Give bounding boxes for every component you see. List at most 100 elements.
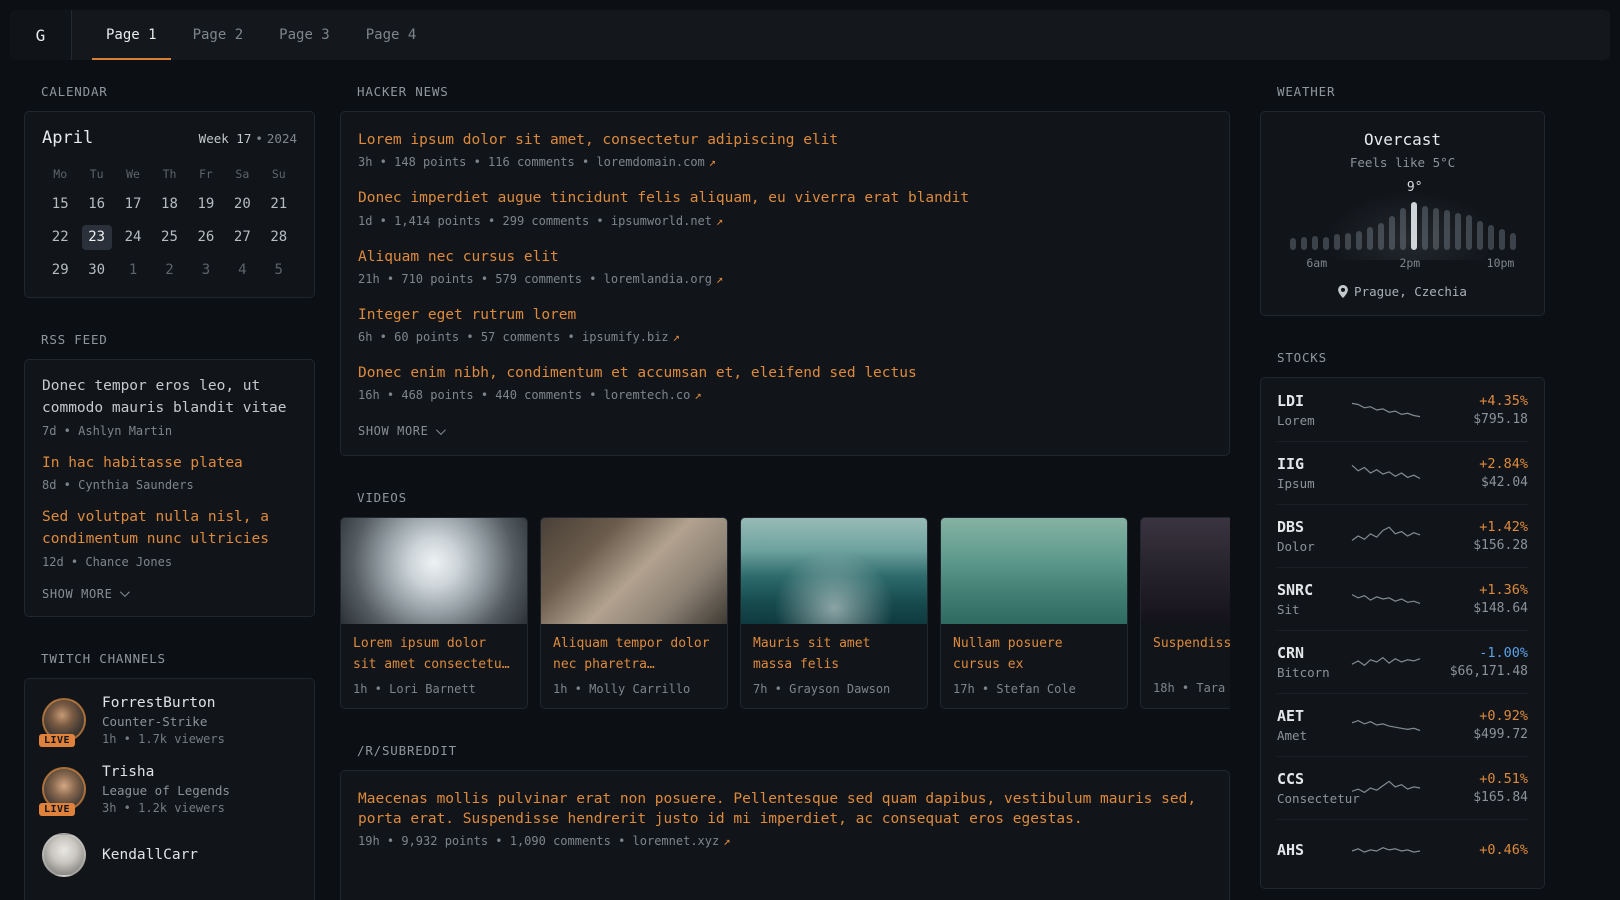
external-link-icon[interactable]: ↗ bbox=[709, 155, 716, 169]
weather-bar bbox=[1499, 229, 1505, 250]
weather-bar bbox=[1422, 206, 1428, 250]
stock-id: SNRC Sit bbox=[1277, 581, 1340, 617]
stock-row[interactable]: AET Amet +0.92% $499.72 bbox=[1277, 693, 1528, 756]
stock-id: CRN Bitcorn bbox=[1277, 644, 1340, 680]
tab-page-4[interactable]: Page 4 bbox=[352, 10, 431, 60]
twitch-channel[interactable]: KendallCarr bbox=[42, 833, 297, 877]
calendar-year: 2024 bbox=[267, 131, 297, 146]
stock-change: +1.42% bbox=[1432, 519, 1528, 535]
stock-ticker: AHS bbox=[1277, 841, 1340, 859]
stock-change: +0.92% bbox=[1432, 708, 1528, 724]
weather-bars bbox=[1280, 200, 1525, 250]
hn-item-title[interactable]: Aliquam nec cursus elit bbox=[358, 247, 1212, 267]
weather-bar bbox=[1444, 210, 1450, 250]
video-title: Nullam posuere cursus ex bbox=[953, 634, 1115, 674]
stock-values: +2.84% $42.04 bbox=[1432, 456, 1528, 490]
stock-row[interactable]: IIG Ipsum +2.84% $42.04 bbox=[1277, 441, 1528, 504]
weather-bar bbox=[1334, 234, 1340, 250]
video-card[interactable]: Nullam posuere cursus ex 17h • Stefan Co… bbox=[940, 517, 1128, 708]
stock-row[interactable]: CCS Consectetur +0.51% $165.84 bbox=[1277, 756, 1528, 819]
stock-values: -1.00% $66,171.48 bbox=[1432, 645, 1528, 679]
twitch-section-title: TWITCH CHANNELS bbox=[41, 651, 315, 666]
calendar-day-next-month: 2 bbox=[154, 258, 184, 283]
calendar-day-next-month: 5 bbox=[264, 258, 294, 283]
channel-meta: 3h • 1.2k viewers bbox=[102, 801, 230, 815]
weather-bar bbox=[1477, 221, 1483, 250]
stock-name: Consectetur bbox=[1277, 791, 1340, 806]
stock-change: +2.84% bbox=[1432, 456, 1528, 472]
calendar-day: 26 bbox=[191, 225, 221, 250]
calendar-day-header: We bbox=[115, 164, 151, 184]
stock-price: $795.18 bbox=[1432, 412, 1528, 427]
weather-bar bbox=[1323, 237, 1329, 250]
middle-column: HACKER NEWS Lorem ipsum dolor sit amet, … bbox=[340, 84, 1230, 900]
external-link-icon[interactable]: ↗ bbox=[716, 214, 723, 228]
hn-item-title[interactable]: Lorem ipsum dolor sit amet, consectetur … bbox=[358, 130, 1212, 150]
channel-avatar-image bbox=[42, 833, 86, 877]
live-badge: LIVE bbox=[39, 734, 75, 747]
channel-info: KendallCarr bbox=[102, 847, 198, 863]
hn-item: Donec imperdiet augue tincidunt felis al… bbox=[358, 188, 1212, 227]
chevron-down-icon bbox=[120, 587, 130, 597]
rss-item-title[interactable]: In hac habitasse platea bbox=[42, 453, 297, 475]
hn-item-meta-text: 16h • 468 points • 440 comments • loremt… bbox=[358, 388, 690, 402]
rss-item-meta: 12d • Chance Jones bbox=[42, 555, 297, 569]
external-link-icon[interactable]: ↗ bbox=[716, 272, 723, 286]
subreddit-section: /R/SUBREDDIT Maecenas mollis pulvinar er… bbox=[340, 743, 1230, 900]
stock-sparkline bbox=[1350, 523, 1422, 549]
stock-row[interactable]: SNRC Sit +1.36% $148.64 bbox=[1277, 567, 1528, 630]
reddit-post-title[interactable]: Maecenas mollis pulvinar erat non posuer… bbox=[358, 789, 1212, 830]
app-logo[interactable]: G bbox=[10, 10, 72, 60]
stock-row[interactable]: AHS +0.46% bbox=[1277, 819, 1528, 882]
calendar-day-header: Mo bbox=[42, 164, 78, 184]
weather-widget: Overcast Feels like 5°C 9° 6am 2pm 10pm … bbox=[1260, 111, 1545, 316]
stock-row[interactable]: LDI Lorem +4.35% $795.18 bbox=[1277, 378, 1528, 441]
hn-show-more-button[interactable]: SHOW MORE bbox=[358, 424, 443, 438]
video-card[interactable]: Suspendisse diam 18h • Tara bbox=[1140, 517, 1230, 708]
stock-change: -1.00% bbox=[1432, 645, 1528, 661]
tab-page-1[interactable]: Page 1 bbox=[92, 10, 171, 60]
calendar-day: 22 bbox=[45, 225, 75, 250]
calendar-day: 15 bbox=[45, 192, 75, 217]
calendar-day: 16 bbox=[82, 192, 112, 217]
twitch-section: TWITCH CHANNELS LIVE ForrestBurton Count… bbox=[24, 651, 315, 900]
external-link-icon[interactable]: ↗ bbox=[723, 834, 730, 848]
hn-item-title[interactable]: Donec imperdiet augue tincidunt felis al… bbox=[358, 188, 1212, 208]
weather-time-label: 2pm bbox=[1399, 256, 1420, 270]
external-link-icon[interactable]: ↗ bbox=[694, 388, 701, 402]
hn-item-meta: 1d • 1,414 points • 299 comments • ipsum… bbox=[358, 214, 1212, 228]
stock-sparkline bbox=[1350, 586, 1422, 612]
hn-item-title[interactable]: Donec enim nibh, condimentum et accumsan… bbox=[358, 363, 1212, 383]
video-card[interactable]: Mauris sit amet massa felis 7h • Grayson… bbox=[740, 517, 928, 708]
weather-location: Prague, Czechia bbox=[1280, 284, 1525, 299]
tab-page-2[interactable]: Page 2 bbox=[179, 10, 258, 60]
hn-item: Aliquam nec cursus elit 21h • 710 points… bbox=[358, 247, 1212, 286]
rss-show-more-button[interactable]: SHOW MORE bbox=[42, 587, 127, 601]
hackernews-section-title: HACKER NEWS bbox=[357, 84, 1230, 99]
calendar-separator: • bbox=[255, 131, 263, 146]
calendar-day-header: Tu bbox=[78, 164, 114, 184]
hn-item-title[interactable]: Integer eget rutrum lorem bbox=[358, 305, 1212, 325]
stock-values: +0.51% $165.84 bbox=[1432, 771, 1528, 805]
stock-ticker: AET bbox=[1277, 707, 1340, 725]
external-link-icon[interactable]: ↗ bbox=[673, 330, 680, 344]
twitch-channel[interactable]: LIVE ForrestBurton Counter-Strike 1h • 1… bbox=[42, 695, 297, 746]
stock-row[interactable]: DBS Dolor +1.42% $156.28 bbox=[1277, 504, 1528, 567]
stock-name: Ipsum bbox=[1277, 476, 1340, 491]
stock-row[interactable]: CRN Bitcorn -1.00% $66,171.48 bbox=[1277, 630, 1528, 693]
video-card[interactable]: Lorem ipsum dolor sit amet consectetu… 1… bbox=[340, 517, 528, 708]
location-pin-icon bbox=[1338, 285, 1348, 298]
calendar-day-next-month: 4 bbox=[227, 258, 257, 283]
rss-item-title[interactable]: Sed volutpat nulla nisl, a condimentum n… bbox=[42, 507, 297, 551]
video-thumbnail bbox=[941, 518, 1127, 624]
rss-item-title[interactable]: Donec tempor eros leo, ut commodo mauris… bbox=[42, 376, 297, 420]
hn-item-meta: 21h • 710 points • 579 comments • loreml… bbox=[358, 272, 1212, 286]
video-card[interactable]: Aliquam tempor dolor nec pharetra… 1h • … bbox=[540, 517, 728, 708]
weather-bar bbox=[1510, 233, 1516, 250]
stock-change: +1.36% bbox=[1432, 582, 1528, 598]
stock-id: LDI Lorem bbox=[1277, 392, 1340, 428]
tab-page-3[interactable]: Page 3 bbox=[265, 10, 344, 60]
weather-bar bbox=[1488, 225, 1494, 250]
weather-bar bbox=[1433, 208, 1439, 250]
twitch-channel[interactable]: LIVE Trisha League of Legends 3h • 1.2k … bbox=[42, 764, 297, 815]
